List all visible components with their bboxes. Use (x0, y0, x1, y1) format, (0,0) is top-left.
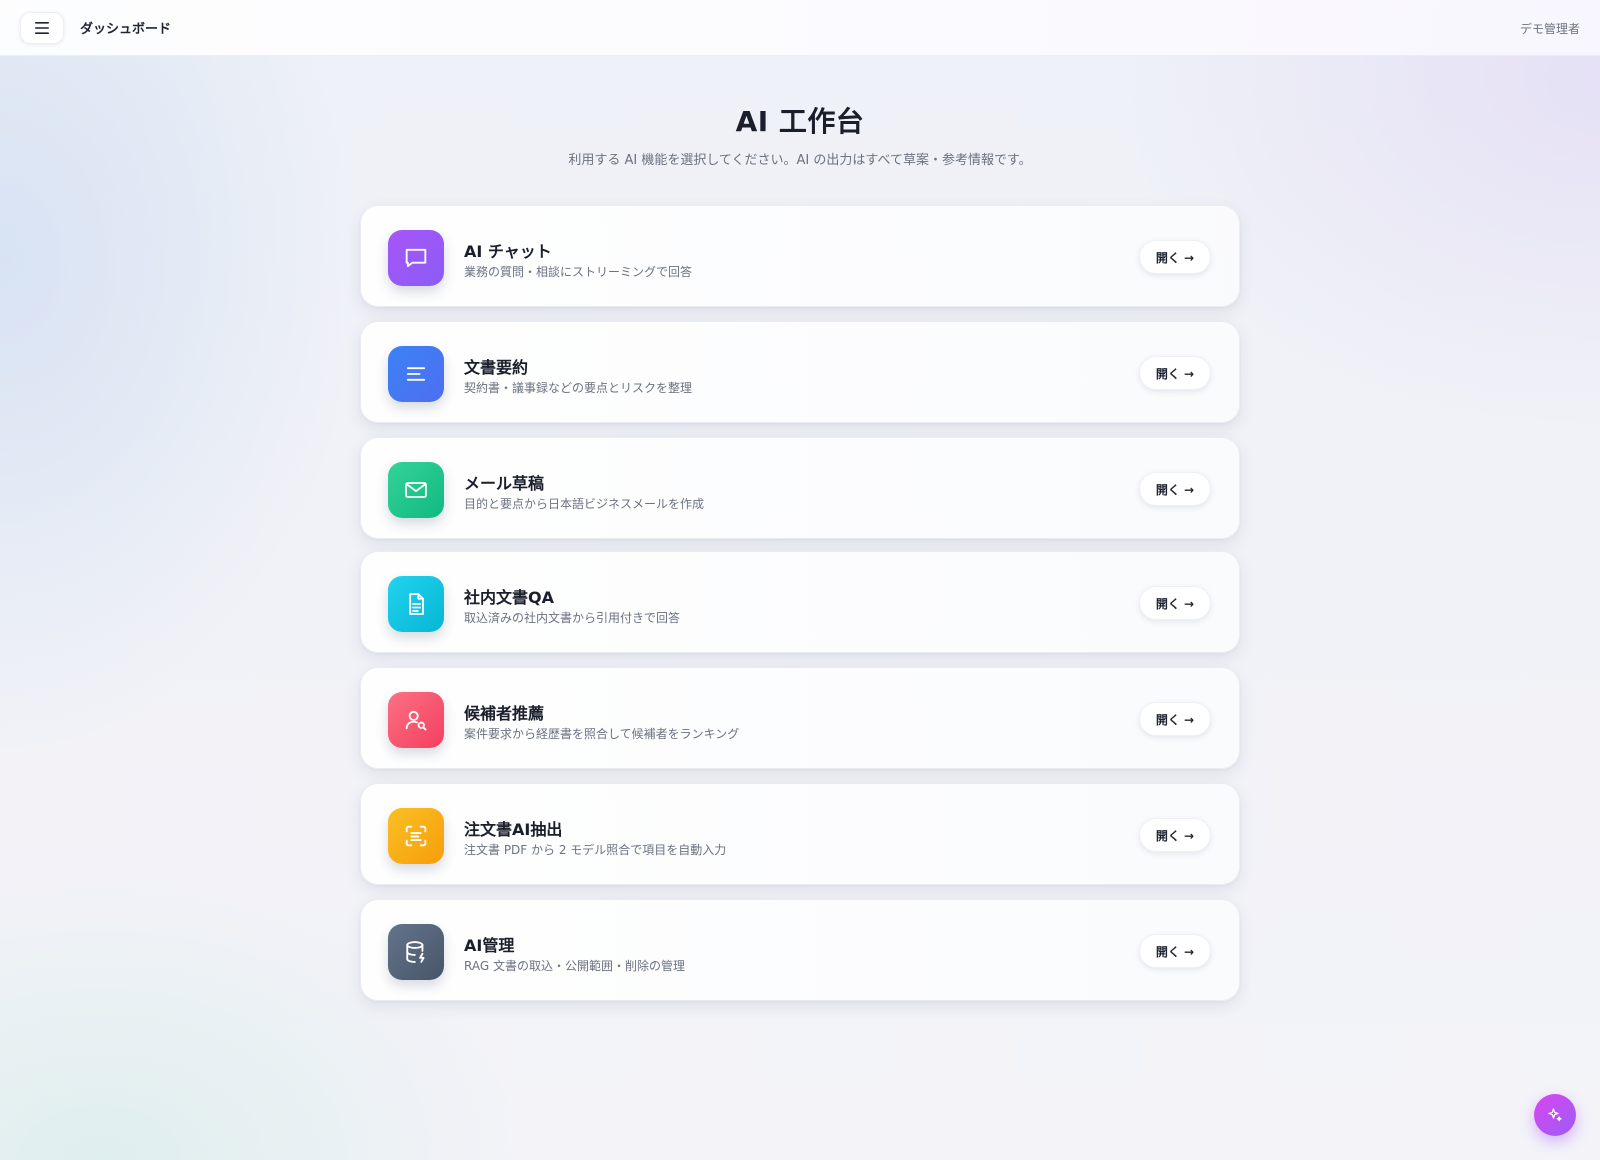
card-icon-bg (388, 230, 444, 286)
open-button[interactable]: 開く → (1139, 240, 1211, 274)
card-title: 候補者推薦 (464, 704, 545, 723)
card-description: 業務の質問・相談にストリーミングで回答 (464, 265, 693, 279)
card-title: AI チャット (464, 242, 552, 261)
open-button[interactable]: 開く → (1139, 934, 1211, 968)
open-button[interactable]: 開く → (1139, 702, 1211, 736)
card-candidate-recommend[interactable]: 候補者推薦 案件要求から経歴書を照合して候補者をランキング 開く → (360, 667, 1240, 769)
card-description: 契約書・議事録などの要点とリスクを整理 (464, 381, 693, 395)
card-icon-bg (388, 924, 444, 980)
card-description: RAG 文書の取込・公開範囲・削除の管理 (464, 959, 685, 973)
card-order-ai-extract[interactable]: 注文書AI抽出 注文書 PDF から 2 モデル照合で項目を自動入力 開く → (360, 783, 1240, 885)
user-name[interactable]: デモ管理者 (1520, 20, 1580, 37)
scan-text-icon (405, 825, 427, 847)
database-bolt-icon (406, 941, 425, 963)
card-ai-management[interactable]: AI管理 RAG 文書の取込・公開範囲・削除の管理 開く → (360, 899, 1240, 1001)
open-button[interactable]: 開く → (1139, 818, 1211, 852)
card-ai-chat[interactable]: AI チャット 業務の質問・相談にストリーミングで回答 開く → (360, 205, 1240, 307)
card-title: 注文書AI抽出 (464, 820, 563, 839)
card-description: 目的と要点から日本語ビジネスメールを作成 (464, 497, 705, 511)
page-title: AI 工作台 (735, 105, 865, 138)
user-search-icon (405, 710, 427, 731)
dashboard-title: ダッシュボード (80, 22, 172, 37)
open-button[interactable]: 開く → (1139, 356, 1211, 390)
top-bar: ダッシュボード デモ管理者 (0, 0, 1600, 56)
card-internal-doc-qa[interactable]: 社内文書QA 取込済みの社内文書から引用付きで回答 開く → (360, 551, 1240, 653)
card-icon-bg (388, 576, 444, 632)
card-title: 文書要約 (464, 358, 529, 377)
sparkle-icon (1548, 1108, 1562, 1122)
open-button[interactable]: 開く → (1139, 586, 1211, 620)
card-title: メール草稿 (464, 474, 545, 493)
card-icon-bg (388, 462, 444, 518)
ai-assistant-fab[interactable] (1534, 1094, 1576, 1136)
open-button[interactable]: 開く → (1139, 472, 1211, 506)
card-icon-bg (388, 692, 444, 748)
card-email-draft[interactable]: メール草稿 目的と要点から日本語ビジネスメールを作成 開く → (360, 437, 1240, 539)
chat-bubble-icon (405, 248, 427, 268)
mail-icon (405, 482, 427, 498)
card-icon-bg (388, 346, 444, 402)
document-icon (409, 593, 424, 615)
hamburger-menu-icon (35, 22, 49, 34)
lines-icon (406, 367, 426, 381)
card-description: 案件要求から経歴書を照合して候補者をランキング (464, 727, 740, 741)
card-title: 社内文書QA (464, 588, 554, 607)
card-description: 注文書 PDF から 2 モデル照合で項目を自動入力 (464, 843, 727, 857)
page-subtitle: 利用する AI 機能を選択してください。AI の出力はすべて草案・参考情報です。 (568, 153, 1032, 168)
card-document-summary[interactable]: 文書要約 契約書・議事録などの要点とリスクを整理 開く → (360, 321, 1240, 423)
menu-button[interactable] (20, 12, 64, 44)
card-icon-bg (388, 808, 444, 864)
card-description: 取込済みの社内文書から引用付きで回答 (464, 611, 681, 625)
card-title: AI管理 (464, 936, 515, 955)
